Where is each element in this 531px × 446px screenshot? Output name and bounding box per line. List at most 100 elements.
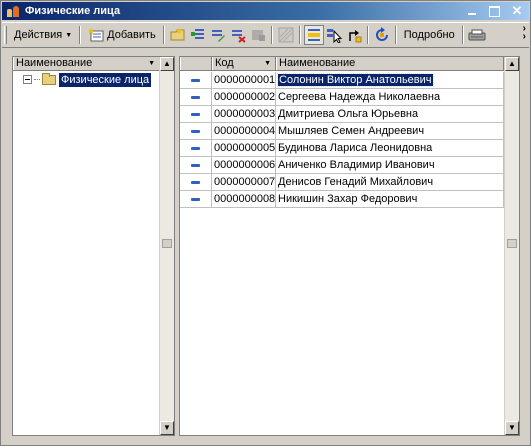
row-marker: [180, 89, 212, 105]
cursor-select-icon: [326, 29, 342, 43]
print-button[interactable]: [467, 25, 487, 45]
tree-root-label: Физические лица: [59, 72, 152, 87]
toolbar-overflow-icon[interactable]: › ›: [523, 24, 526, 42]
table-row[interactable]: 0000000007 Денисов Генадий Михайлович: [180, 174, 504, 191]
table-row[interactable]: 0000000003 Дмитриева Ольга Юрьевна: [180, 106, 504, 123]
items-table-panel: Код ▼ Наименование 0000000001 Солонин Ви…: [179, 56, 520, 436]
row-marker: [180, 157, 212, 173]
cell-name: Денисов Генадий Михайлович: [276, 174, 504, 190]
scroll-up-icon[interactable]: ▲: [160, 57, 174, 71]
column-header-icon[interactable]: [180, 57, 212, 70]
maximize-button[interactable]: [487, 4, 503, 18]
tree-column-header[interactable]: Наименование ▼: [13, 57, 160, 70]
item-dash-icon: [191, 180, 200, 184]
refresh-icon: [375, 27, 388, 41]
toolbar-separator: [270, 26, 273, 44]
folder-add-icon: [170, 28, 185, 41]
delete-button[interactable]: [248, 25, 268, 45]
table-row[interactable]: 0000000005 Будинова Лариса Леонидовна: [180, 140, 504, 157]
toolbar-separator: [162, 26, 165, 44]
toolbar-separator: [394, 26, 397, 44]
toolbar-separator: [298, 26, 301, 44]
actions-label: Действия: [14, 29, 63, 41]
column-header-name[interactable]: Наименование: [276, 57, 504, 70]
collapse-icon[interactable]: [23, 75, 32, 84]
cell-name: Аниченко Владимир Иванович: [276, 157, 504, 173]
cell-code: 0000000004: [214, 123, 276, 139]
add-button[interactable]: Добавить: [84, 26, 160, 44]
cell-code: 0000000007: [214, 174, 276, 190]
item-dash-icon: [191, 95, 200, 99]
app-people-icon: [6, 4, 20, 18]
hierarchy-list-icon: [307, 29, 320, 41]
refresh-button[interactable]: [372, 25, 392, 45]
sort-down-icon: ▼: [264, 60, 271, 67]
table-header: Код ▼ Наименование: [180, 57, 519, 71]
toolbar: Действия ▼ Добавить Подробно: [2, 22, 529, 48]
toolbar-grip[interactable]: [4, 26, 7, 44]
delete-mark-button[interactable]: [228, 25, 248, 45]
actions-menu-button[interactable]: Действия ▼: [10, 27, 76, 43]
level-up-button[interactable]: [344, 25, 364, 45]
scroll-down-icon[interactable]: ▼: [505, 421, 519, 435]
scroll-up-icon[interactable]: ▲: [505, 57, 519, 71]
edit-button[interactable]: [208, 25, 228, 45]
row-marker: [180, 174, 212, 190]
column-header-code[interactable]: Код ▼: [212, 57, 276, 70]
window-title: Физические лица: [25, 5, 121, 17]
cell-code: 0000000001: [214, 72, 276, 88]
groups-tree-panel: Наименование ▼ Физические лица ▲ ▼: [12, 56, 175, 436]
minimize-button[interactable]: [465, 4, 481, 18]
catalog-window: Физические лица ✕ Действия ▼ Добавить По…: [0, 0, 531, 446]
cell-name: Сергеева Надежда Николаевна: [276, 89, 504, 105]
tree-header: Наименование ▼: [13, 57, 174, 71]
row-marker: [180, 191, 212, 207]
toolbar-separator: [79, 26, 82, 44]
table-row[interactable]: 0000000006 Аниченко Владимир Иванович: [180, 157, 504, 174]
tree-header-label: Наименование: [16, 57, 93, 69]
tree-connector: [34, 79, 40, 80]
table-vertical-scrollbar[interactable]: ▲ ▼: [504, 57, 519, 435]
hierarchy-button[interactable]: [303, 25, 324, 45]
scroll-thumb[interactable]: [507, 239, 517, 248]
title-bar[interactable]: Физические лица ✕: [2, 2, 529, 20]
column-code-label: Код: [215, 57, 234, 69]
item-dash-icon: [191, 197, 200, 201]
scroll-thumb[interactable]: [162, 239, 172, 248]
tree-root-node[interactable]: Физические лица: [23, 72, 152, 87]
level-up-icon: [349, 30, 362, 43]
close-button[interactable]: ✕: [509, 4, 525, 18]
cell-name: Никишин Захар Федорович: [276, 191, 504, 207]
row-marker: [180, 123, 212, 139]
cell-code: 0000000003: [214, 106, 276, 122]
item-dash-icon: [191, 112, 200, 116]
details-button[interactable]: Подробно: [400, 27, 459, 43]
edit-icon: [211, 30, 225, 42]
add-item-icon: [88, 28, 104, 42]
cell-name: Дмитриева Ольга Юрьевна: [276, 106, 504, 122]
tree-vertical-scrollbar[interactable]: ▲ ▼: [159, 57, 174, 435]
item-dash-icon: [191, 163, 200, 167]
copy-button[interactable]: [188, 25, 208, 45]
add-group-button[interactable]: [168, 25, 188, 45]
go-to-button[interactable]: [324, 25, 344, 45]
table-row[interactable]: 0000000001 Солонин Виктор Анатольевич: [180, 72, 504, 89]
details-label: Подробно: [403, 29, 455, 41]
toolbar-separator: [366, 26, 369, 44]
toolbar-separator: [461, 26, 464, 44]
item-dash-icon: [191, 78, 200, 82]
table-row[interactable]: 0000000008 Никишин Захар Федорович: [180, 191, 504, 208]
cell-name: Будинова Лариса Леонидовна: [276, 140, 504, 156]
cell-name: Мышляев Семен Андреевич: [276, 123, 504, 139]
delete-mark-icon: [231, 30, 246, 43]
delete-icon: [251, 30, 265, 41]
table-row[interactable]: 0000000002 Сергеева Надежда Николаевна: [180, 89, 504, 106]
row-marker: [180, 106, 212, 122]
sort-down-icon: ▼: [148, 60, 155, 67]
scroll-down-icon[interactable]: ▼: [160, 421, 174, 435]
table-row[interactable]: 0000000004 Мышляев Семен Андреевич: [180, 123, 504, 140]
item-dash-icon: [191, 146, 200, 150]
cell-code: 0000000006: [214, 157, 276, 173]
filter-button[interactable]: [276, 25, 296, 45]
cell-code: 0000000008: [214, 191, 276, 207]
